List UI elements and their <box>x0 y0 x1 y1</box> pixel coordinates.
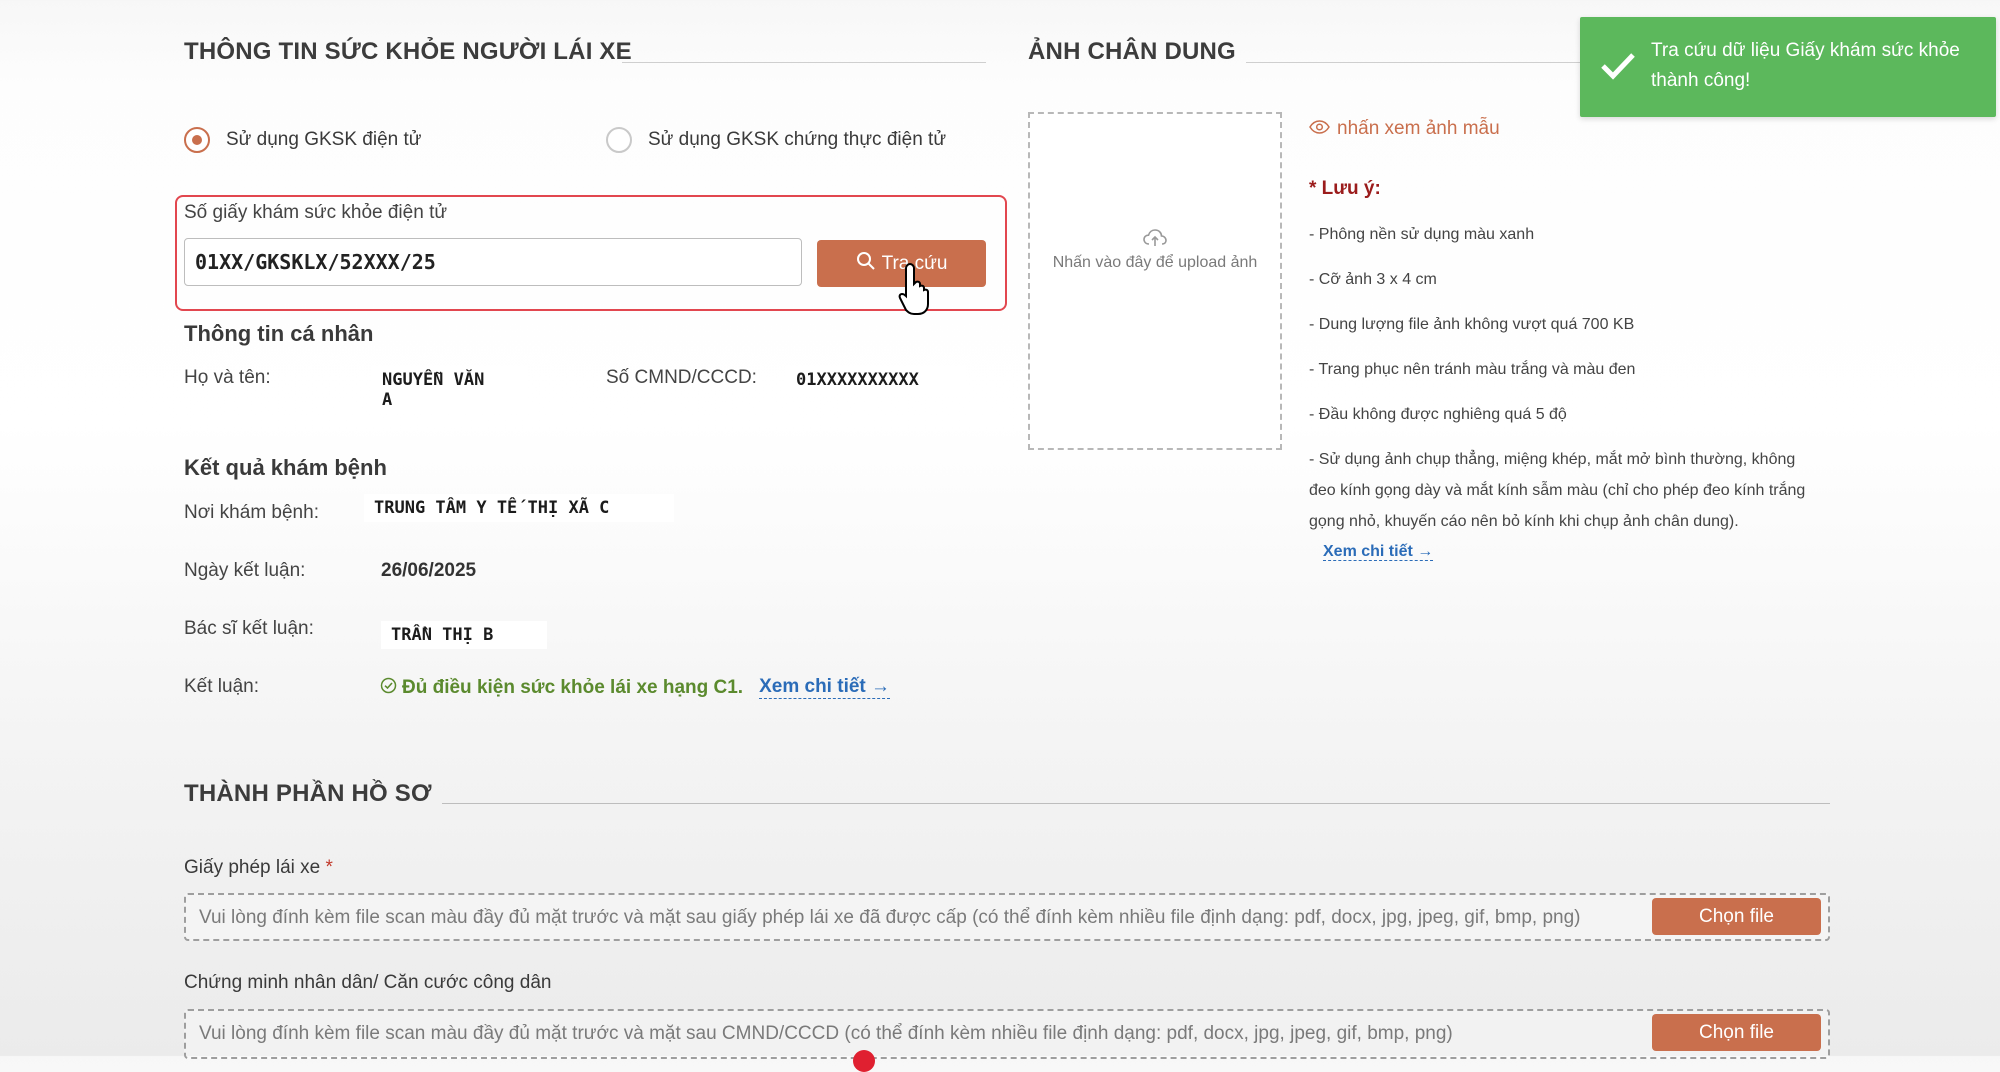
radio-certified-gksk[interactable] <box>606 127 632 153</box>
conclusion-date-value: 26/06/2025 <box>381 560 477 581</box>
conclusion-result: Đủ điều kiện sức khỏe lái xe hạng C1. Xe… <box>380 676 891 699</box>
note-item-long-line: đeo kính gọng dày và mắt kính sẫm màu (c… <box>1309 482 1806 499</box>
sample-photo-link[interactable]: nhấn xem ảnh mẫu <box>1309 118 1500 140</box>
full-name-value: NGUYỄN VĂN A <box>372 366 528 414</box>
driver-license-choose-file-button[interactable]: Chọn file <box>1652 898 1821 935</box>
radio-electronic-gksk[interactable] <box>184 127 210 153</box>
success-toast[interactable]: Tra cứu dữ liệu Giấy khám sức khỏe thành… <box>1580 17 1996 117</box>
lookup-label: Số giấy khám sức khỏe điện tử <box>184 202 448 223</box>
documents-section-title: THÀNH PHẦN HỒ SƠ <box>184 780 432 807</box>
documents-title-divider <box>442 803 1830 804</box>
health-title-divider <box>622 62 986 63</box>
sample-photo-link-label: nhấn xem ảnh mẫu <box>1337 118 1500 139</box>
check-circle-icon <box>380 677 397 699</box>
gksk-number-input[interactable] <box>184 238 802 286</box>
hand-cursor-icon <box>898 262 936 321</box>
note-item: - Phông nền sử dụng màu xanh <box>1309 226 1535 243</box>
exam-result-title: Kết quả khám bệnh <box>184 455 387 480</box>
arrow-right-icon: → <box>871 676 891 697</box>
cloud-upload-icon <box>1142 228 1168 253</box>
eye-icon <box>1309 119 1330 139</box>
note-item: - Cỡ ảnh 3 x 4 cm <box>1309 271 1437 288</box>
id-card-label: Chứng minh nhân dân/ Căn cước công dân <box>184 972 552 993</box>
portrait-section-title: ẢNH CHÂN DUNG <box>1028 38 1236 65</box>
checkmark-icon <box>1600 51 1636 86</box>
driver-license-label-text: Giấy phép lái xe <box>184 857 321 878</box>
id-number-value: 01XXXXXXXXXX <box>786 366 966 394</box>
exam-place-value: TRUNG TÂM Y TẾ THỊ XÃ C <box>364 494 674 522</box>
toast-message: Tra cứu dữ liệu Giấy khám sức khỏe thành… <box>1651 40 1960 91</box>
upload-text: Nhấn vào đây để upload ảnh <box>1052 254 1258 271</box>
driver-license-hint: Vui lòng đính kèm file scan màu đầy đủ m… <box>199 907 1581 928</box>
conclusion-label: Kết luận: <box>184 676 259 697</box>
search-icon <box>856 251 876 277</box>
id-card-choose-file-button[interactable]: Chọn file <box>1652 1014 1821 1051</box>
personal-info-title: Thông tin cá nhân <box>184 321 374 346</box>
portrait-upload-area[interactable]: Nhấn vào đây để upload ảnh <box>1028 112 1282 450</box>
doctor-value: TRẦN THỊ B <box>381 621 547 649</box>
exam-place-label: Nơi khám bệnh: <box>184 502 319 523</box>
portrait-detail-link[interactable]: Xem chi tiết → <box>1323 543 1434 561</box>
radio-electronic-gksk-label[interactable]: Sử dụng GKSK điện tử <box>226 129 422 151</box>
full-name-label: Họ và tên: <box>184 367 271 388</box>
id-card-hint: Vui lòng đính kèm file scan màu đầy đủ m… <box>199 1023 1453 1044</box>
note-item: - Trang phục nên tránh màu trắng và màu … <box>1309 361 1636 378</box>
note-item: - Dung lượng file ảnh không vượt quá 700… <box>1309 316 1635 333</box>
arrow-right-icon: → <box>1417 543 1434 560</box>
red-dot-indicator <box>853 1050 875 1072</box>
conclusion-detail-link-label: Xem chi tiết <box>759 676 866 697</box>
required-mark: * <box>325 857 333 878</box>
note-item: - Đầu không được nghiêng quá 5 độ <box>1309 406 1567 423</box>
note-title: * Lưu ý: <box>1309 178 1381 199</box>
note-item-long-line: - Sử dụng ảnh chụp thẳng, miệng khép, mắ… <box>1309 451 1796 468</box>
driver-license-label: Giấy phép lái xe * <box>184 857 333 879</box>
note-item-long-line: gọng nhỏ, khuyến cáo nên bỏ kính khi chụ… <box>1309 513 1739 530</box>
health-section-title: THÔNG TIN SỨC KHỎE NGƯỜI LÁI XE <box>184 38 632 65</box>
conclusion-value: Đủ điều kiện sức khỏe lái xe hạng C1. <box>402 676 744 698</box>
portrait-title-divider <box>1246 62 1586 63</box>
conclusion-detail-link[interactable]: Xem chi tiết → <box>759 676 891 699</box>
id-number-label: Số CMND/CCCD: <box>606 367 757 388</box>
portrait-detail-link-label: Xem chi tiết <box>1323 543 1413 560</box>
radio-certified-gksk-label[interactable]: Sử dụng GKSK chứng thực điện tử <box>648 129 946 151</box>
doctor-label: Bác sĩ kết luận: <box>184 618 314 639</box>
conclusion-date-label: Ngày kết luận: <box>184 560 306 581</box>
